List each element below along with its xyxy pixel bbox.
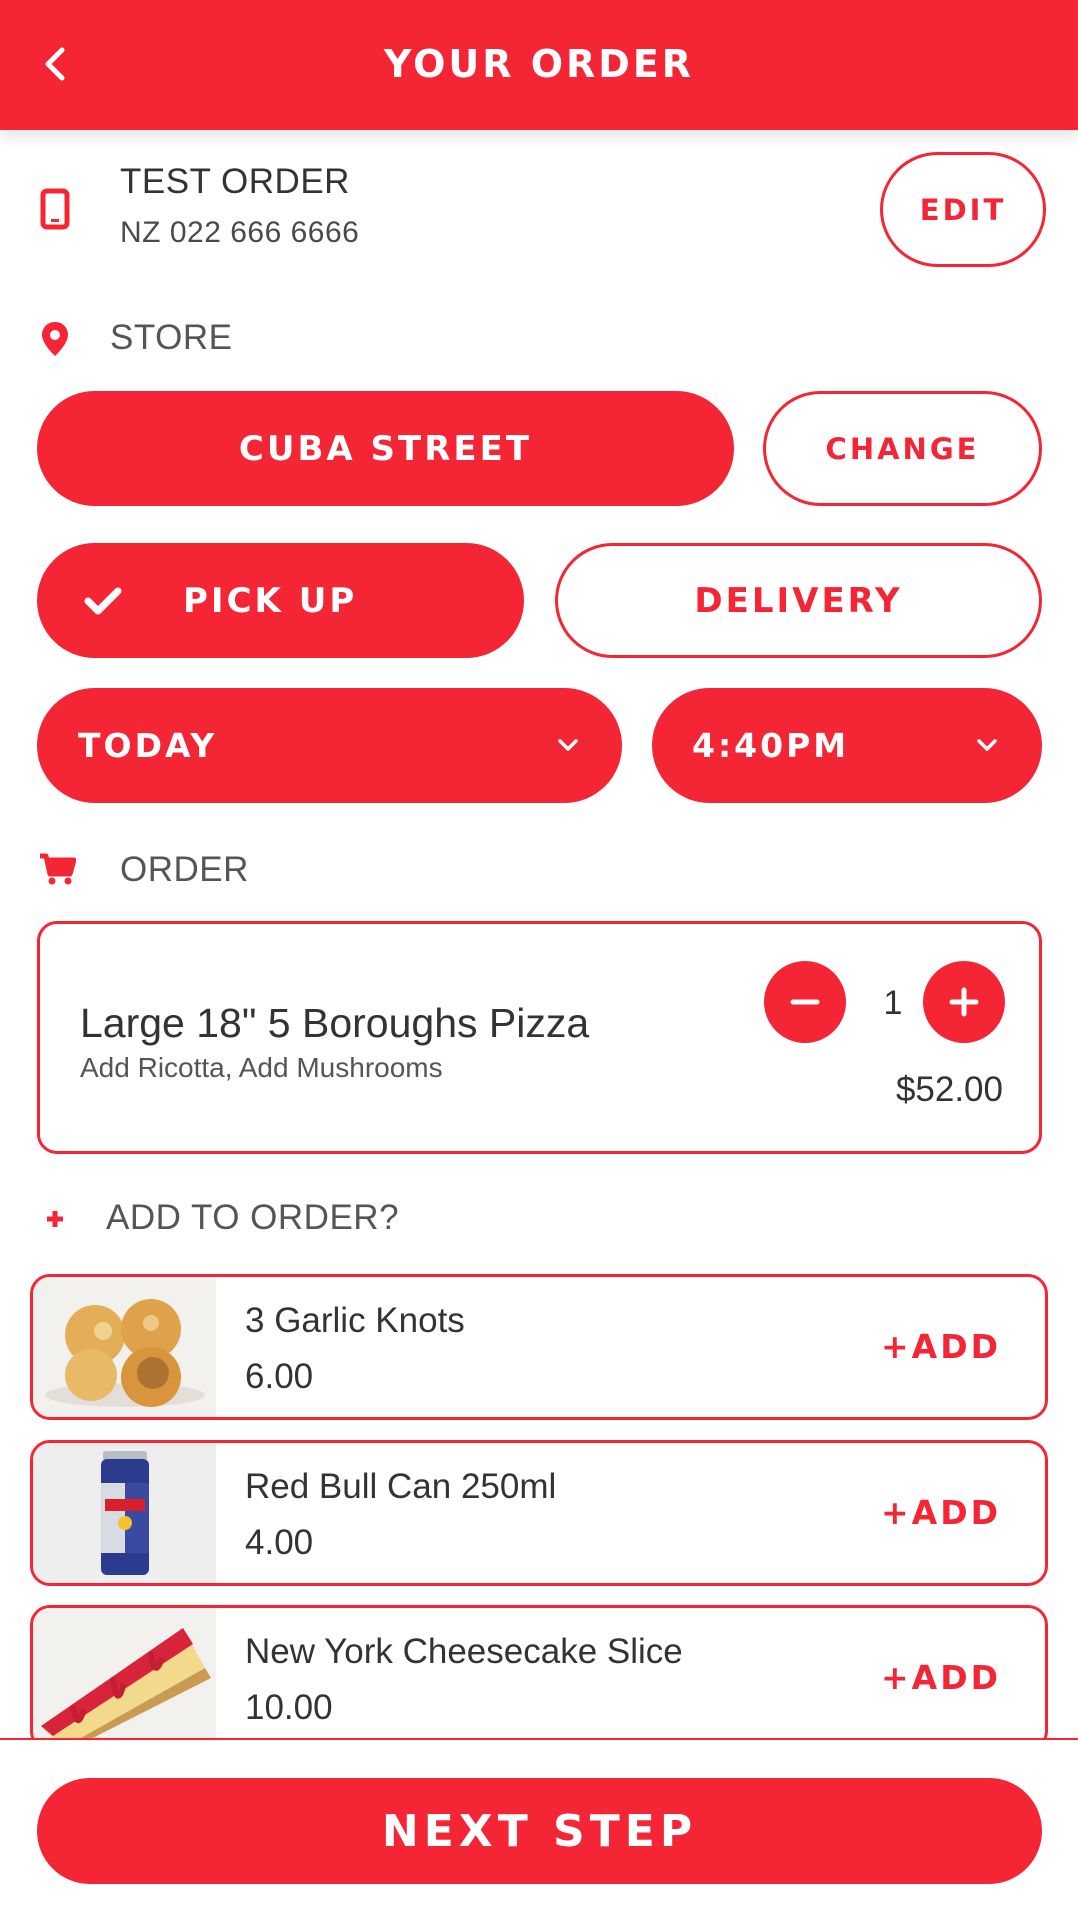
cheesecake-slice-image bbox=[33, 1608, 216, 1748]
customer-name: TEST ORDER bbox=[120, 162, 350, 201]
add-item-button[interactable]: +ADD bbox=[881, 1327, 1001, 1366]
energy-drink-can-image bbox=[33, 1443, 216, 1583]
upsell-item-name: 3 Garlic Knots bbox=[245, 1301, 465, 1340]
upsell-section-label: ADD TO ORDER? bbox=[106, 1198, 400, 1237]
order-item-price: $52.00 bbox=[895, 1070, 1003, 1109]
plus-icon bbox=[47, 1211, 63, 1227]
increase-quantity-button[interactable] bbox=[923, 961, 1005, 1043]
page-title: YOUR ORDER bbox=[383, 42, 695, 86]
upsell-item-name: New York Cheesecake Slice bbox=[245, 1632, 683, 1671]
location-pin-icon bbox=[42, 322, 68, 356]
upsell-item[interactable]: Red Bull Can 250ml 4.00 +ADD bbox=[30, 1440, 1048, 1586]
upsell-item-name: Red Bull Can 250ml bbox=[245, 1467, 557, 1506]
upsell-item[interactable]: New York Cheesecake Slice 10.00 +ADD bbox=[30, 1605, 1048, 1751]
edit-button[interactable]: EDIT bbox=[880, 152, 1046, 267]
quantity-value: 1 bbox=[883, 984, 903, 1022]
add-item-button[interactable]: +ADD bbox=[881, 1658, 1001, 1697]
order-section-label: ORDER bbox=[120, 850, 249, 889]
add-item-button[interactable]: +ADD bbox=[881, 1493, 1001, 1532]
store-section-label: STORE bbox=[110, 318, 233, 357]
checkmark-icon bbox=[84, 587, 122, 614]
customer-phone: NZ 022 666 6666 bbox=[120, 216, 360, 249]
plus-icon bbox=[949, 987, 979, 1017]
upsell-item-price: 10.00 bbox=[245, 1688, 333, 1727]
pickup-label: PICK UP bbox=[183, 580, 358, 621]
order-item-modifiers: Add Ricotta, Add Mushrooms bbox=[80, 1052, 443, 1083]
day-select-value: TODAY bbox=[78, 726, 218, 765]
order-item-card: Large 18" 5 Boroughs Pizza Add Ricotta, … bbox=[37, 921, 1042, 1154]
footer-bar: NEXT STEP bbox=[0, 1738, 1078, 1918]
upsell-item-price: 4.00 bbox=[245, 1523, 314, 1562]
pickup-toggle[interactable]: PICK UP bbox=[37, 543, 524, 658]
upsell-item[interactable]: 3 Garlic Knots 6.00 +ADD bbox=[30, 1274, 1048, 1420]
garlic-knots-image bbox=[33, 1277, 216, 1417]
app-header: YOUR ORDER bbox=[0, 0, 1078, 130]
next-step-button[interactable]: NEXT STEP bbox=[37, 1778, 1042, 1884]
time-select-value: 4:40PM bbox=[692, 726, 850, 765]
selected-store-button[interactable]: CUBA STREET bbox=[37, 391, 734, 506]
minus-icon bbox=[790, 999, 820, 1005]
decrease-quantity-button[interactable] bbox=[764, 961, 846, 1043]
cart-icon bbox=[40, 853, 76, 885]
phone-icon bbox=[40, 188, 70, 230]
chevron-down-icon bbox=[558, 739, 578, 751]
upsell-item-price: 6.00 bbox=[245, 1357, 314, 1396]
change-store-button[interactable]: CHANGE bbox=[763, 391, 1042, 506]
chevron-down-icon bbox=[977, 739, 997, 751]
order-item-name: Large 18" 5 Boroughs Pizza bbox=[80, 1000, 590, 1046]
delivery-toggle[interactable]: DELIVERY bbox=[555, 543, 1042, 658]
